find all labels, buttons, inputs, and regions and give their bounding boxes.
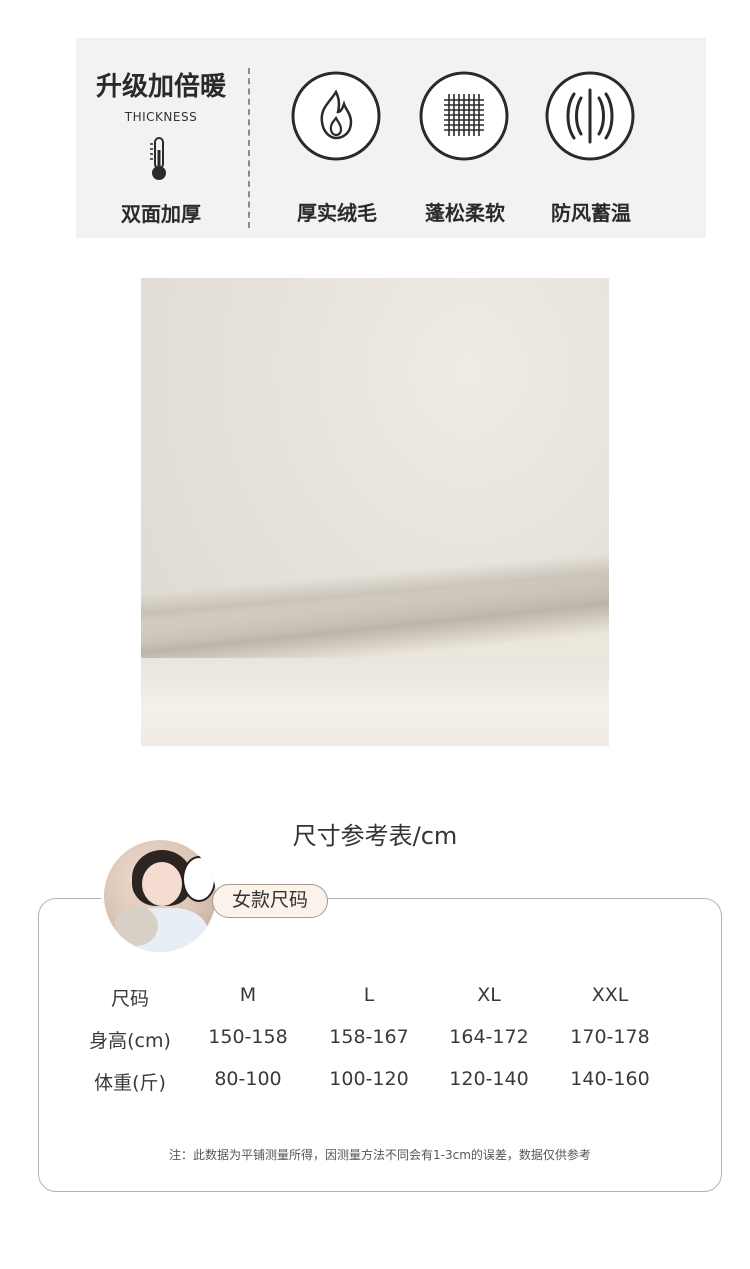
- table-header-cell: 尺码: [110, 988, 149, 1010]
- divider: [248, 68, 250, 228]
- measurement-note: 注：此数据为平铺测量所得，因测量方法不同会有1-3cm的误差，数据仅供参考: [169, 1148, 591, 1162]
- flame-icon: [291, 71, 381, 161]
- feature-label: 蓬松柔软: [425, 201, 505, 225]
- feature-fluffy-soft: 蓬松柔软: [410, 70, 520, 230]
- table-header-cell: M: [239, 984, 257, 1006]
- feature-label: 防风蓄温: [551, 201, 631, 225]
- table-cell: 164-172: [449, 1026, 529, 1048]
- fabric-closeup-photo: [141, 278, 609, 746]
- model-avatar: [104, 840, 216, 952]
- thermometer-icon: [150, 137, 166, 180]
- table-row: 身高(cm) 150-158 158-167 164-172 170-178: [70, 1026, 680, 1056]
- avatar-panda-pillow: [182, 856, 216, 902]
- table-header-row: 尺码 M L XL XXL: [70, 984, 680, 1014]
- thickness-upgrade: 升级加倍暖 THICKNESS 双面加厚: [76, 38, 246, 238]
- avatar-plush-toy: [114, 906, 158, 946]
- windproof-lines-icon: [545, 71, 635, 161]
- women-size-tag: 女款尺码: [212, 884, 328, 918]
- table-cell: 158-167: [329, 1026, 409, 1048]
- table-cell: 100-120: [329, 1068, 409, 1090]
- table-cell: 150-158: [208, 1026, 288, 1048]
- feature-thick-fleece: 厚实绒毛: [282, 70, 392, 230]
- table-row: 体重(斤) 80-100 100-120 120-140 140-160: [70, 1068, 680, 1098]
- table-cell: 120-140: [449, 1068, 529, 1090]
- table-cell: 170-178: [570, 1026, 650, 1048]
- upgrade-title: 升级加倍暖: [95, 72, 226, 102]
- table-cell: 140-160: [570, 1068, 650, 1090]
- feature-label: 厚实绒毛: [297, 201, 377, 225]
- table-header-cell: XL: [477, 984, 501, 1006]
- fabric-fold: [141, 658, 609, 746]
- feature-windproof-warm: 防风蓄温: [536, 70, 646, 230]
- table-cell: 80-100: [214, 1068, 282, 1090]
- table-cell: 体重(斤): [94, 1072, 166, 1094]
- table-cell: 身高(cm): [89, 1030, 171, 1052]
- avatar-face: [142, 862, 182, 906]
- feature-band: 升级加倍暖 THICKNESS 双面加厚 厚实绒毛 蓬松柔软 防风蓄温: [76, 38, 706, 238]
- table-header-cell: XXL: [591, 984, 629, 1006]
- table-header-cell: L: [363, 984, 375, 1006]
- size-chart-title: 尺寸参考表/cm: [292, 822, 458, 850]
- woven-fabric-icon: [419, 71, 509, 161]
- upgrade-label: 双面加厚: [121, 202, 201, 226]
- upgrade-subtitle: THICKNESS: [124, 110, 198, 124]
